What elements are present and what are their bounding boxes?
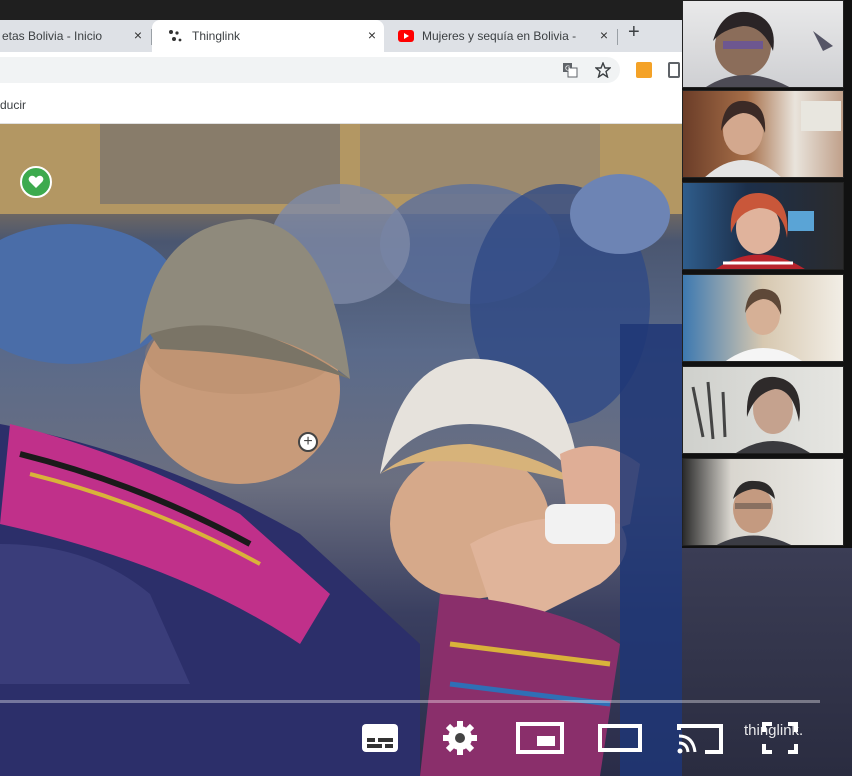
tab-title: etas Bolivia - Inicio xyxy=(2,29,103,43)
close-icon[interactable]: × xyxy=(600,27,608,43)
settings-button[interactable] xyxy=(440,720,480,761)
plus-icon: + xyxy=(303,433,313,450)
miniplayer-button[interactable] xyxy=(515,720,565,761)
participant-tile-2[interactable] xyxy=(682,90,844,178)
address-bar[interactable]: G xyxy=(0,57,620,83)
heart-icon xyxy=(28,175,44,188)
participant-tile-4[interactable] xyxy=(682,274,844,362)
new-tab-button[interactable]: + xyxy=(628,22,640,42)
close-icon[interactable]: × xyxy=(134,27,142,43)
participant-video-3 xyxy=(716,193,814,269)
participant-video-2 xyxy=(705,100,841,177)
extension-doc-icon[interactable] xyxy=(668,62,680,78)
theater-button[interactable] xyxy=(597,720,643,761)
participant-video-5 xyxy=(691,376,810,453)
cast-button[interactable] xyxy=(675,720,725,761)
participant-tile-6[interactable] xyxy=(682,458,844,546)
cast-icon xyxy=(677,724,723,754)
participant-video-1 xyxy=(706,11,833,87)
star-icon[interactable] xyxy=(595,62,611,78)
like-badge[interactable] xyxy=(20,166,52,198)
svg-text:G: G xyxy=(565,65,570,73)
photo-scene xyxy=(0,124,682,776)
tab-title: Thinglink xyxy=(192,29,241,43)
bookmarks-bar: ducir xyxy=(0,88,682,124)
participant-video-4 xyxy=(725,288,802,361)
settings-icon xyxy=(443,721,477,755)
address-bar-row: G xyxy=(0,52,682,88)
thinglink-watermark: thinglink. xyxy=(744,722,804,739)
miniplayer-icon xyxy=(516,722,564,754)
theater-icon xyxy=(598,724,642,752)
hotspot-button[interactable]: + xyxy=(298,432,318,452)
tab-strip: etas Bolivia - Inicio × Thinglink × Muje… xyxy=(0,20,682,52)
participant-tile-1[interactable] xyxy=(682,0,844,88)
window-top-strip xyxy=(0,0,682,20)
participant-tile-3[interactable] xyxy=(682,182,844,270)
tab-thinglink[interactable]: Thinglink × xyxy=(152,20,384,52)
video-progress-bar[interactable] xyxy=(0,700,820,703)
extension-orange-icon[interactable] xyxy=(636,62,652,78)
thinglink-dots-icon xyxy=(169,30,182,42)
bookmark-item[interactable]: ducir xyxy=(0,98,26,112)
tab-separator xyxy=(617,29,618,45)
participant-video-6 xyxy=(716,480,791,545)
participants-panel xyxy=(682,0,852,548)
youtube-icon xyxy=(398,30,414,42)
subtitles-button[interactable] xyxy=(360,720,400,761)
translate-icon[interactable]: G xyxy=(562,62,578,78)
participant-tile-5[interactable] xyxy=(682,366,844,454)
tab-title: Mujeres y sequía en Bolivia - xyxy=(422,29,577,43)
close-icon[interactable]: × xyxy=(368,27,376,43)
tab-bolivia-inicio[interactable]: etas Bolivia - Inicio × xyxy=(0,20,150,52)
tab-mujeres-sequia[interactable]: Mujeres y sequía en Bolivia - × xyxy=(386,20,616,52)
subtitles-icon xyxy=(362,724,398,752)
thinglink-image[interactable]: + xyxy=(0,124,682,776)
